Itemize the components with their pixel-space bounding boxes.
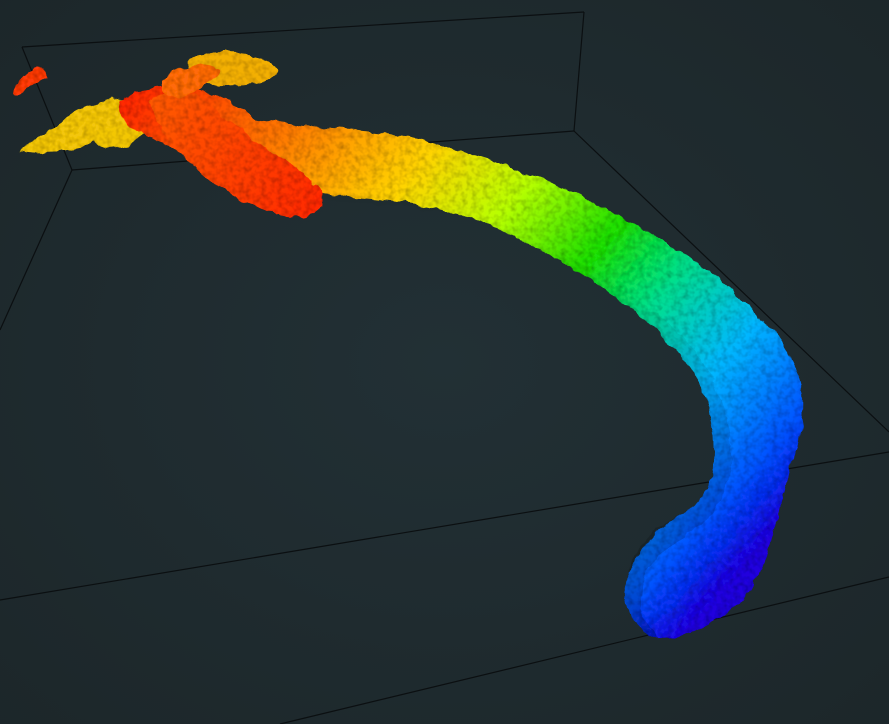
3d-scene-canvas[interactable] xyxy=(0,0,889,724)
3d-point-cloud-viewport[interactable] xyxy=(0,0,889,724)
